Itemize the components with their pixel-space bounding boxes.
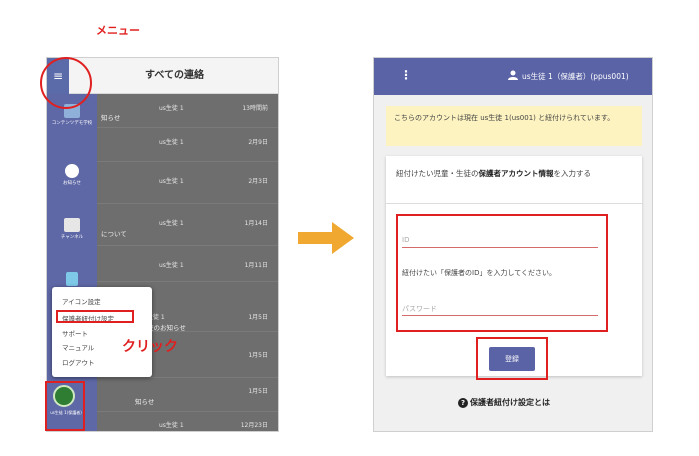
list-item[interactable]: us生徒 1 12月23日: [97, 412, 278, 431]
right-arrow-icon: [298, 222, 354, 254]
card-instructions: 紐付けたい児童・生徒の保護者アカウント情報を入力する: [386, 156, 642, 204]
check-circle-icon: [65, 164, 79, 178]
list-item[interactable]: us生徒 1 13時間前 知らせ: [97, 94, 278, 128]
right-header: ⋮ us生徒 1（保護者）(ppus001): [374, 58, 652, 95]
page-title: すべての連絡: [145, 70, 204, 81]
menu-highlight-circle: [40, 57, 92, 109]
list-item[interactable]: us生徒 1 1月11日: [97, 246, 278, 282]
click-annotation-label: クリック: [122, 339, 178, 355]
link-status-notice: こちらのアカウントは現在 us生徒 1(us001) と紐付けられています。: [386, 106, 642, 146]
register-button[interactable]: 登録: [489, 347, 535, 371]
sidebar-item-label: コンテンツデモ学校: [51, 121, 93, 126]
guardian-id-field[interactable]: ID: [402, 234, 598, 248]
list-item[interactable]: us生徒 1 2月3日: [97, 162, 278, 204]
document-icon: [66, 272, 78, 286]
more-vert-icon[interactable]: ⋮: [400, 68, 412, 82]
list-item[interactable]: us生徒 1 1月14日 について: [97, 204, 278, 246]
password-field[interactable]: パスワード: [402, 302, 598, 316]
menu-item-icon-settings[interactable]: アイコン設定: [62, 296, 101, 306]
question-icon: ?: [458, 398, 468, 408]
chat-icon: [64, 218, 80, 232]
list-item[interactable]: 1月5日 知らせ: [97, 378, 278, 412]
user-popup-menu: アイコン設定 保護者紐付け設定 サポート マニュアル ログアウト: [52, 287, 152, 377]
menu-annotation-label: メニュー: [96, 24, 140, 37]
list-item[interactable]: us生徒 1 2月9日: [97, 128, 278, 162]
avatar-label: us生徒 1(保護者): [50, 410, 82, 415]
header-user-name: us生徒 1（保護者）(ppus001): [522, 72, 629, 81]
avatar[interactable]: [53, 385, 75, 407]
menu-item-manual[interactable]: マニュアル: [62, 342, 94, 352]
sidebar-item-notices[interactable]: お知らせ: [47, 164, 97, 187]
person-icon: [508, 70, 518, 80]
menu-item-support[interactable]: サポート: [62, 328, 88, 338]
right-phone-screen: ⋮ us生徒 1（保護者）(ppus001) こちらのアカウントは現在 us生徒…: [373, 57, 653, 432]
help-link[interactable]: ? 保護者紐付け設定とは: [458, 397, 550, 408]
menu-item-logout[interactable]: ログアウト: [62, 357, 95, 367]
sidebar-item-label: お知らせ: [63, 181, 81, 186]
sidebar-item-channels[interactable]: チャンネル: [47, 218, 97, 241]
guardian-link-highlight-box: [56, 310, 134, 323]
id-hint-text: 紐付けたい「保護者のID」を入力してください。: [402, 269, 557, 277]
sidebar-item-label: チャンネル: [60, 235, 84, 240]
